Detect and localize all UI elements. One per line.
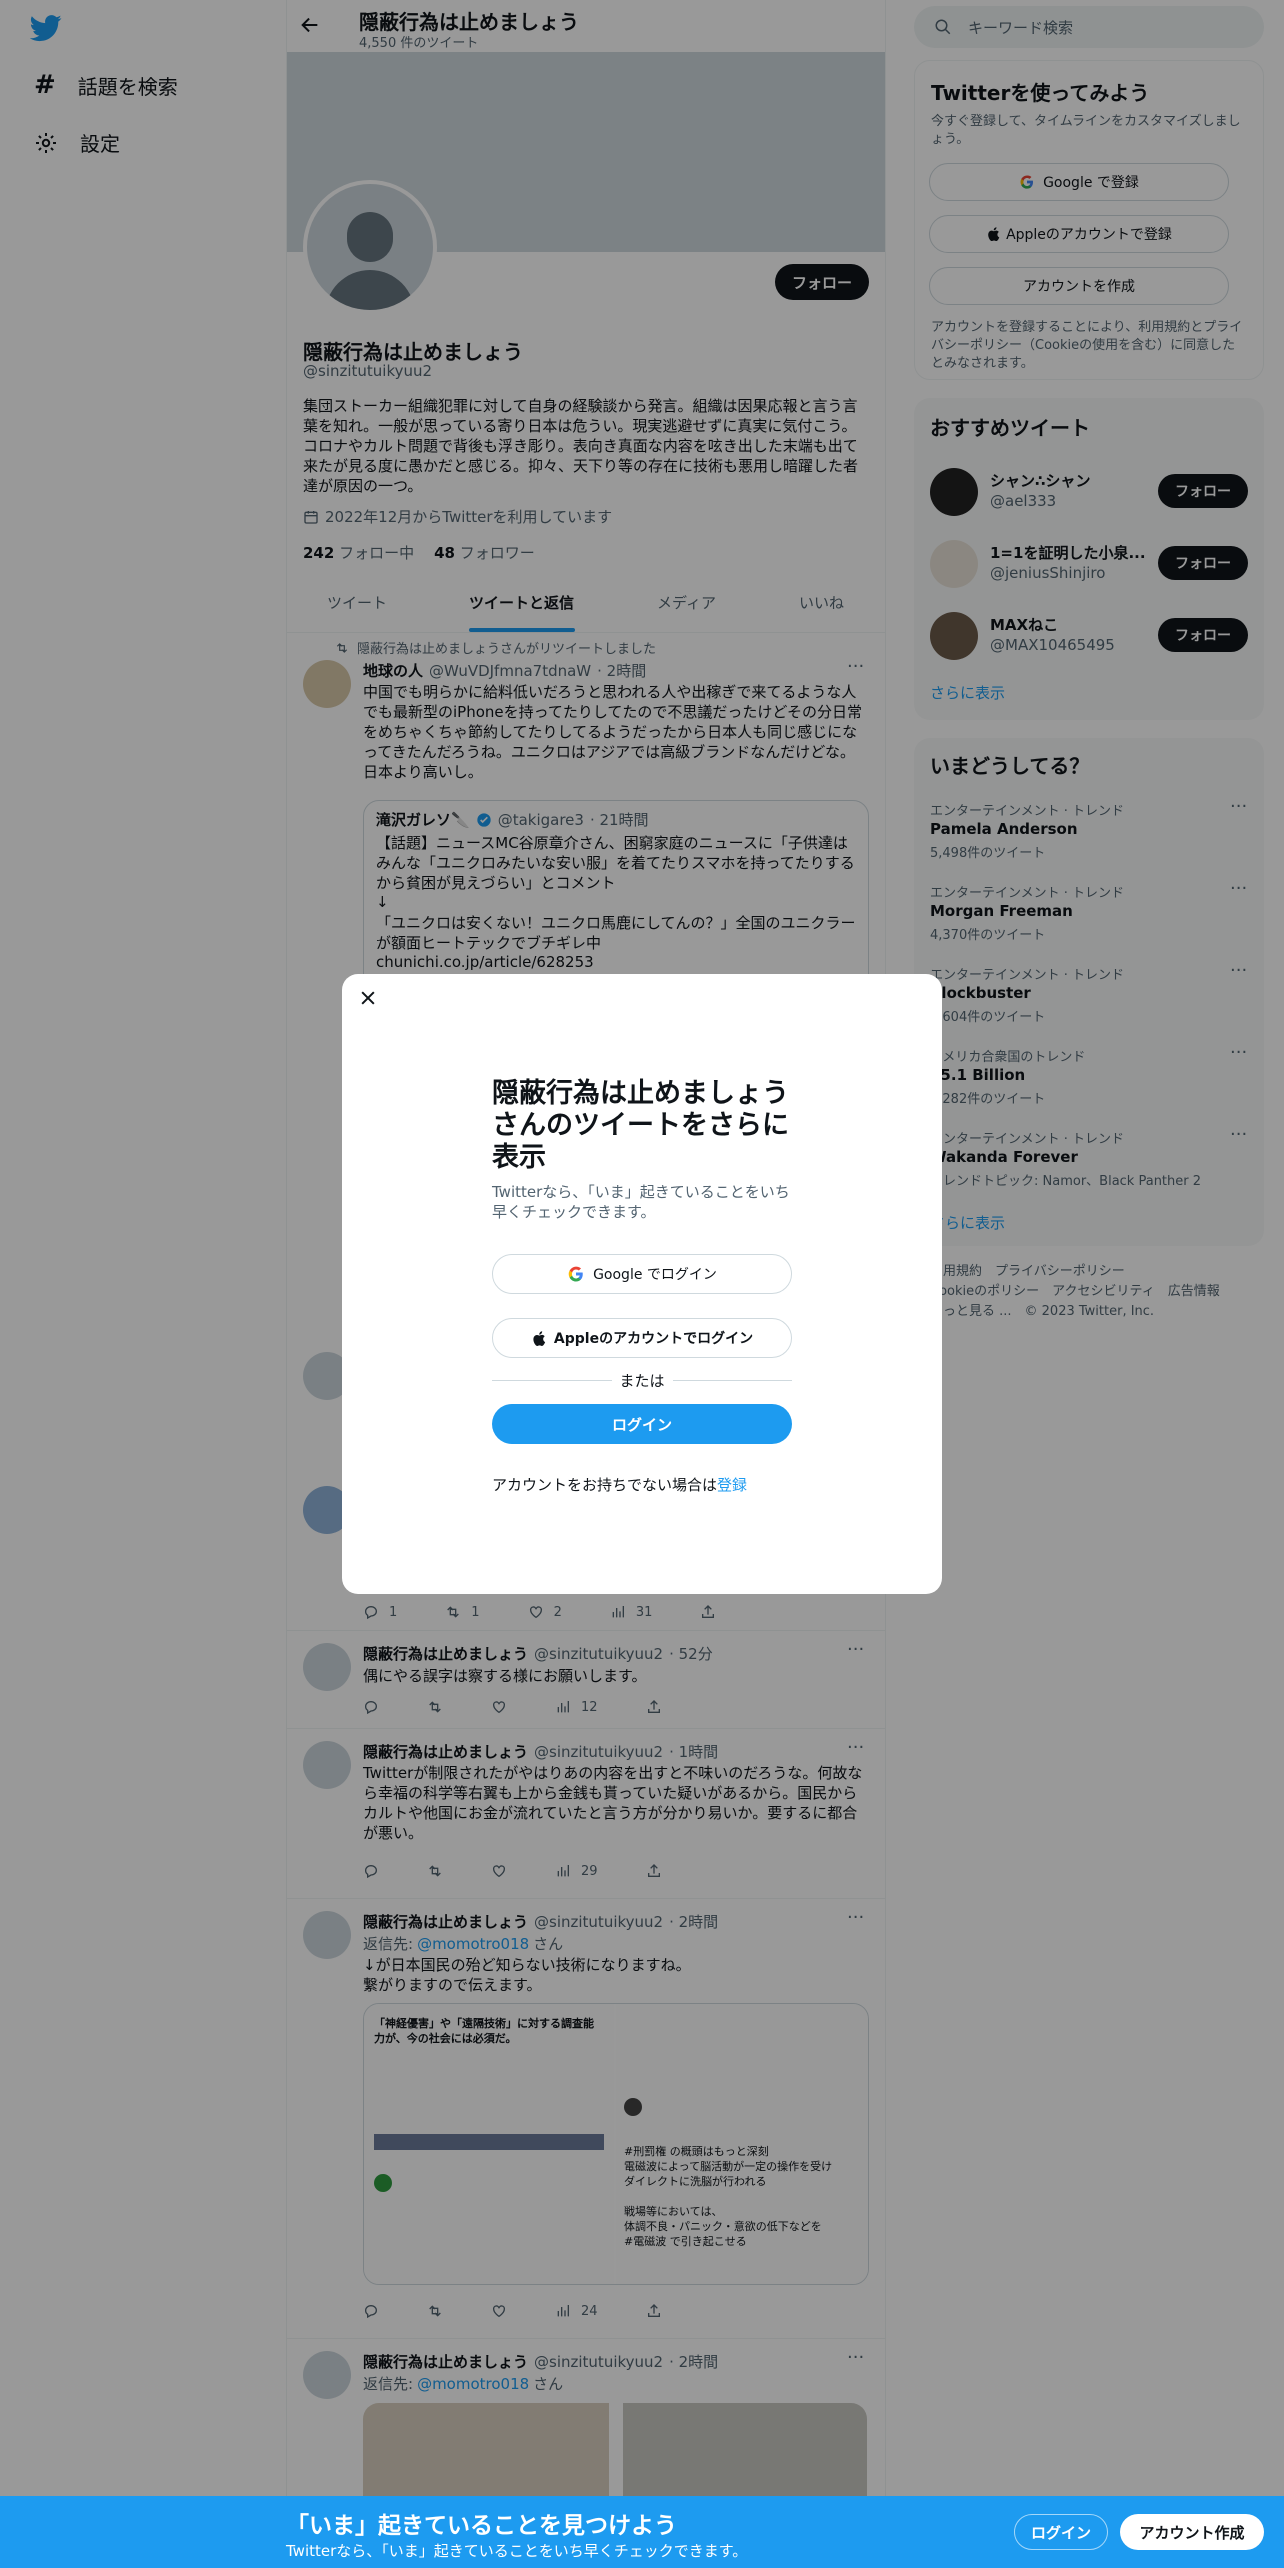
bottom-bar-subtitle: Twitterなら、「いま」起きていることをいち早くチェックできます。	[286, 2542, 748, 2560]
modal-apple-button[interactable]: Appleのアカウントでログイン	[492, 1318, 792, 1358]
modal-signup-line: アカウントをお持ちでない場合は 登録	[492, 1474, 747, 1495]
google-icon	[567, 1265, 585, 1283]
modal-google-button[interactable]: Google でログイン	[492, 1254, 792, 1294]
modal-apple-label: Appleのアカウントでログイン	[553, 1331, 754, 1347]
apple-icon	[531, 1330, 546, 1347]
close-icon[interactable]	[358, 988, 378, 1008]
login-modal: 隠蔽行為は止めましょうさんのツイートをさらに表示 Twitterなら、「いま」起…	[342, 974, 942, 1594]
bottom-signup-button[interactable]: アカウント作成	[1120, 2514, 1264, 2550]
modal-divider: または	[492, 1370, 793, 1391]
divider-line-right	[672, 1380, 793, 1381]
modal-or-text: または	[619, 1372, 665, 1390]
modal-subtitle: Twitterなら、「いま」起きていることをいち早くチェックできます。	[492, 1183, 790, 1221]
bottom-signup-bar: 「いま」起きていることを見つけよう Twitterなら、「いま」起きていることを…	[0, 2496, 1284, 2568]
modal-no-account-text: アカウントをお持ちでない場合は	[492, 1476, 718, 1494]
modal-login-button[interactable]: ログイン	[492, 1404, 792, 1444]
modal-google-label: Google でログイン	[593, 1267, 717, 1283]
modal-title: 隠蔽行為は止めましょうさんのツイートをさらに表示	[492, 1078, 789, 1173]
bottom-login-button[interactable]: ログイン	[1014, 2514, 1108, 2550]
divider-line-left	[492, 1380, 612, 1381]
modal-signup-link[interactable]: 登録	[717, 1474, 747, 1495]
bottom-bar-title: 「いま」起きていることを見つけよう	[286, 2513, 677, 2539]
